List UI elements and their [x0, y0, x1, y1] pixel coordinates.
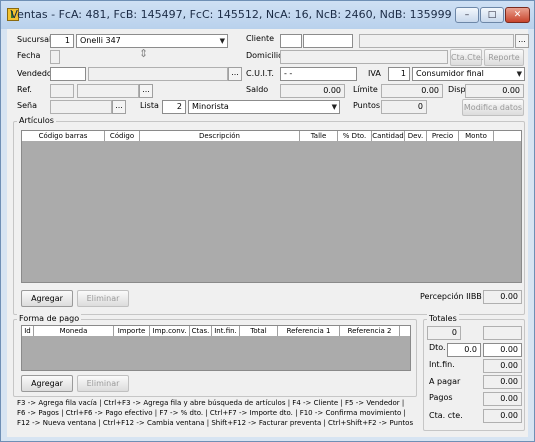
articulos-grid-header: Código barras Código Descripción Talle %… [22, 131, 521, 141]
sucursal-label: Sucursal [17, 35, 52, 44]
iva-select[interactable]: Consumidor final [412, 67, 525, 81]
subtotal-field: 0 [427, 326, 461, 340]
puntos-label: Puntos [353, 101, 381, 110]
col-talle[interactable]: Talle [300, 131, 338, 141]
col-codigo-barras[interactable]: Código barras [22, 131, 105, 141]
col-moneda[interactable]: Moneda [34, 326, 114, 336]
sena-label: Seña [17, 101, 37, 110]
col-int-fin[interactable]: Int.fin. [212, 326, 240, 336]
fecha-picker[interactable] [50, 50, 60, 64]
col-precio[interactable]: Precio [427, 131, 459, 141]
shortcuts-help-line-3: F12 -> Nueva ventana | Ctrl+F12 -> Cambi… [17, 419, 414, 427]
lista-select[interactable]: Minorista [188, 100, 340, 114]
cta-cte-button[interactable]: Cta.Cte. [450, 49, 483, 66]
cliente-name-field[interactable] [359, 34, 514, 48]
saldo-label: Saldo [246, 85, 269, 94]
ref-code-field[interactable] [50, 84, 74, 98]
fecha-spinner-icon[interactable]: ⇕ [139, 47, 148, 60]
articulos-agregar-button[interactable]: Agregar [21, 290, 73, 307]
apagar-field: 0.00 [483, 375, 522, 389]
ctacte-field: 0.00 [483, 409, 522, 423]
col-total[interactable]: Total [240, 326, 278, 336]
subtotal-amount-field [483, 326, 522, 340]
sales-window: Ventas - FcA: 481, FcB: 145497, FcC: 145… [0, 0, 535, 442]
modifica-datos-button[interactable]: Modifica datos [462, 99, 524, 116]
col-dev[interactable]: Dev. [405, 131, 427, 141]
cliente-code-field[interactable] [280, 34, 302, 48]
window-client-area: Sucursal 1 Onelli 347 Cliente ... Fecha … [7, 29, 529, 437]
lista-label: Lista [140, 101, 159, 110]
dto-pct-field[interactable]: 0.0 [447, 343, 481, 357]
sucursal-select[interactable]: Onelli 347 [76, 34, 228, 48]
ctacte-label: Cta. cte. [429, 411, 463, 420]
col-referencia-1[interactable]: Referencia 1 [278, 326, 340, 336]
close-button[interactable]: ✕ [505, 7, 530, 23]
forma-pago-grid-header: Id Moneda Importe Imp.conv. Ctas. Int.fi… [22, 326, 410, 336]
col-codigo[interactable]: Código [105, 131, 140, 141]
percepcion-iibb-label: Percepción IIBB [420, 292, 482, 301]
forma-pago-grid[interactable]: Id Moneda Importe Imp.conv. Ctas. Int.fi… [21, 325, 411, 371]
cliente-search-button[interactable]: ... [515, 34, 529, 48]
sucursal-name: Onelli 347 [80, 36, 121, 45]
iva-code-field[interactable]: 1 [388, 67, 410, 81]
col-descripcion[interactable]: Descripción [140, 131, 300, 141]
forma-pago-group-label: Forma de pago [17, 314, 82, 323]
col-cantidad[interactable]: Cantidad [372, 131, 405, 141]
sucursal-code-field[interactable]: 1 [50, 34, 74, 48]
saldo-field: 0.00 [280, 84, 345, 98]
sena-field[interactable] [50, 100, 112, 114]
col-monto[interactable]: Monto [459, 131, 494, 141]
shortcuts-help-line-2: F6 -> Pagos | Ctrl+F6 -> Pago efectivo |… [17, 409, 406, 417]
iva-label: IVA [368, 69, 381, 78]
ref-search-button[interactable]: ... [139, 84, 153, 98]
col-dto[interactable]: % Dto. [338, 131, 372, 141]
minimize-button[interactable]: – [455, 7, 479, 23]
vendedor-search-button[interactable]: ... [228, 67, 242, 81]
intfin-label: Int.fin. [429, 360, 455, 369]
percepcion-iibb-field: 0.00 [483, 290, 522, 304]
col-imp-conv[interactable]: Imp.conv. [150, 326, 190, 336]
dto-label: Dto. [429, 343, 446, 352]
ref-label: Ref. [17, 85, 32, 94]
cliente-label: Cliente [246, 34, 275, 43]
col-ctas[interactable]: Ctas. [190, 326, 212, 336]
lista-code-field[interactable]: 2 [162, 100, 186, 114]
articulos-grid[interactable]: Código barras Código Descripción Talle %… [21, 130, 522, 283]
cliente-number-field[interactable] [303, 34, 353, 48]
vendedor-name-field[interactable] [88, 67, 228, 81]
pagos-label: Pagos [429, 393, 453, 402]
apagar-label: A pagar [429, 377, 461, 386]
limite-field: 0.00 [381, 84, 443, 98]
reporte-button[interactable]: Reporte [484, 49, 524, 66]
cuit-field[interactable]: - - [280, 67, 357, 81]
pago-agregar-button[interactable]: Agregar [21, 375, 73, 392]
window-title: Ventas - FcA: 481, FcB: 145497, FcC: 145… [10, 8, 452, 21]
pago-eliminar-button[interactable]: Eliminar [77, 375, 129, 392]
title-bar[interactable]: Ventas - FcA: 481, FcB: 145497, FcC: 145… [1, 1, 534, 29]
shortcuts-help-line-1: F3 -> Agrega fila vacía | Ctrl+F3 -> Agr… [17, 399, 405, 407]
totales-group-label: Totales [427, 314, 459, 323]
articulos-eliminar-button[interactable]: Eliminar [77, 290, 129, 307]
maximize-button[interactable]: □ [480, 7, 504, 23]
sena-search-button[interactable]: ... [112, 100, 126, 114]
iva-name: Consumidor final [416, 69, 484, 78]
disp-field: 0.00 [465, 84, 524, 98]
ref-value-field[interactable] [77, 84, 139, 98]
lista-name: Minorista [192, 102, 229, 111]
limite-label: Límite [353, 85, 378, 94]
col-referencia-2[interactable]: Referencia 2 [340, 326, 400, 336]
pagos-field: 0.00 [483, 392, 522, 406]
vendedor-code-field[interactable] [50, 67, 86, 81]
cuit-label: C.U.I.T. [246, 69, 274, 78]
col-id[interactable]: Id [22, 326, 34, 336]
dto-amount-field[interactable]: 0.00 [483, 343, 522, 357]
fecha-label: Fecha [17, 51, 41, 60]
puntos-field: 0 [381, 100, 427, 114]
domicilio-label: Domicilio [246, 51, 284, 60]
domicilio-field[interactable] [280, 50, 448, 64]
col-importe[interactable]: Importe [114, 326, 150, 336]
articulos-group-label: Artículos [17, 116, 56, 125]
intfin-field: 0.00 [483, 359, 522, 373]
